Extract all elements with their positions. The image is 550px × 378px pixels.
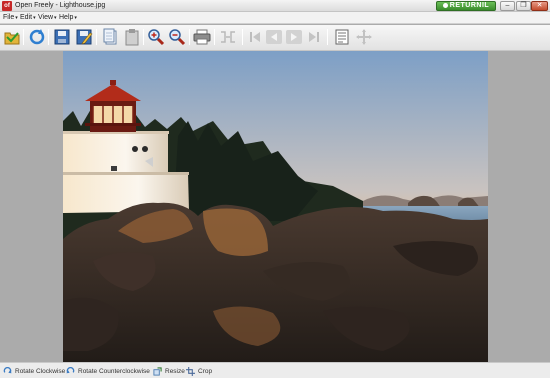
crop-button[interactable]: Crop bbox=[186, 366, 212, 376]
toolbar-separator bbox=[48, 29, 49, 45]
rotate-counterclockwise-icon bbox=[66, 366, 75, 373]
open-button[interactable] bbox=[3, 28, 21, 46]
toolbar-separator bbox=[23, 29, 24, 45]
window-title: Open Freely - Lighthouse.jpg bbox=[15, 2, 106, 9]
menu-file[interactable]: File▾ bbox=[3, 12, 18, 24]
refresh-icon bbox=[29, 29, 45, 45]
save-button[interactable] bbox=[53, 28, 71, 46]
toolbar-separator bbox=[143, 29, 144, 45]
pan-icon bbox=[356, 29, 372, 45]
last-page-button[interactable] bbox=[305, 28, 323, 46]
first-page-icon bbox=[250, 32, 260, 42]
title-bar: of Open Freely - Lighthouse.jpg RETURNIL… bbox=[0, 0, 550, 12]
toolbar-separator bbox=[214, 29, 215, 45]
chevron-down-icon: ▾ bbox=[33, 15, 36, 21]
zoom-out-button[interactable] bbox=[168, 28, 186, 46]
chevron-down-icon: ▾ bbox=[74, 15, 77, 21]
menu-edit[interactable]: Edit▾ bbox=[20, 12, 36, 24]
toolbar-separator bbox=[327, 29, 328, 45]
image-viewport[interactable] bbox=[0, 51, 550, 362]
resize-button[interactable]: Resize bbox=[153, 366, 185, 376]
menu-help[interactable]: Help▾ bbox=[59, 12, 77, 24]
chevron-down-icon: ▾ bbox=[54, 15, 57, 21]
print-icon bbox=[193, 29, 211, 45]
thumbnails-icon bbox=[335, 29, 349, 45]
thumbnails-button[interactable] bbox=[333, 28, 351, 46]
fit-button[interactable] bbox=[219, 28, 237, 46]
menu-bar: File▾ Edit▾ View▾ Help▾ bbox=[0, 12, 550, 24]
chevron-down-icon: ▾ bbox=[15, 15, 18, 21]
zoom-in-icon bbox=[148, 29, 165, 46]
fit-icon bbox=[221, 31, 235, 43]
minimize-button[interactable]: – bbox=[500, 1, 515, 11]
save-as-icon bbox=[76, 29, 93, 45]
toolbar-separator bbox=[242, 29, 243, 45]
next-page-icon bbox=[286, 30, 302, 44]
print-button[interactable] bbox=[193, 28, 211, 46]
copy-button[interactable] bbox=[101, 28, 119, 46]
first-page-button[interactable] bbox=[246, 28, 264, 46]
rotate-counterclockwise-button[interactable]: Rotate Counterclockwise bbox=[66, 366, 150, 376]
pan-button[interactable] bbox=[355, 28, 373, 46]
close-button[interactable]: ✕ bbox=[531, 1, 548, 11]
lighthouse-image bbox=[63, 51, 488, 362]
status-bar: Rotate Clockwise Rotate Counterclockwise… bbox=[0, 362, 550, 378]
rotate-clockwise-icon bbox=[3, 366, 12, 373]
zoom-in-button[interactable] bbox=[147, 28, 165, 46]
save-icon bbox=[54, 29, 70, 45]
save-as-button[interactable] bbox=[75, 28, 93, 46]
rotate-clockwise-button[interactable]: Rotate Clockwise bbox=[3, 366, 65, 376]
resize-icon bbox=[153, 366, 162, 376]
returnil-logo-icon bbox=[442, 2, 448, 8]
copy-icon bbox=[103, 28, 117, 45]
zoom-out-icon bbox=[169, 29, 186, 46]
restore-button[interactable]: ❐ bbox=[516, 1, 531, 11]
crop-icon bbox=[186, 366, 195, 376]
returnil-badge[interactable]: RETURNIL bbox=[436, 1, 496, 11]
previous-page-icon bbox=[266, 30, 282, 44]
refresh-button[interactable] bbox=[28, 28, 46, 46]
paste-button[interactable] bbox=[123, 28, 141, 46]
open-icon bbox=[4, 32, 20, 45]
last-page-icon bbox=[309, 32, 319, 42]
paste-icon bbox=[125, 29, 139, 46]
menu-view[interactable]: View▾ bbox=[38, 12, 57, 24]
previous-page-button[interactable] bbox=[265, 28, 283, 46]
toolbar bbox=[0, 25, 550, 51]
lighthouse-photo bbox=[63, 51, 488, 362]
next-page-button[interactable] bbox=[285, 28, 303, 46]
app-icon: of bbox=[2, 1, 12, 11]
toolbar-separator bbox=[96, 29, 97, 45]
toolbar-separator bbox=[189, 29, 190, 45]
